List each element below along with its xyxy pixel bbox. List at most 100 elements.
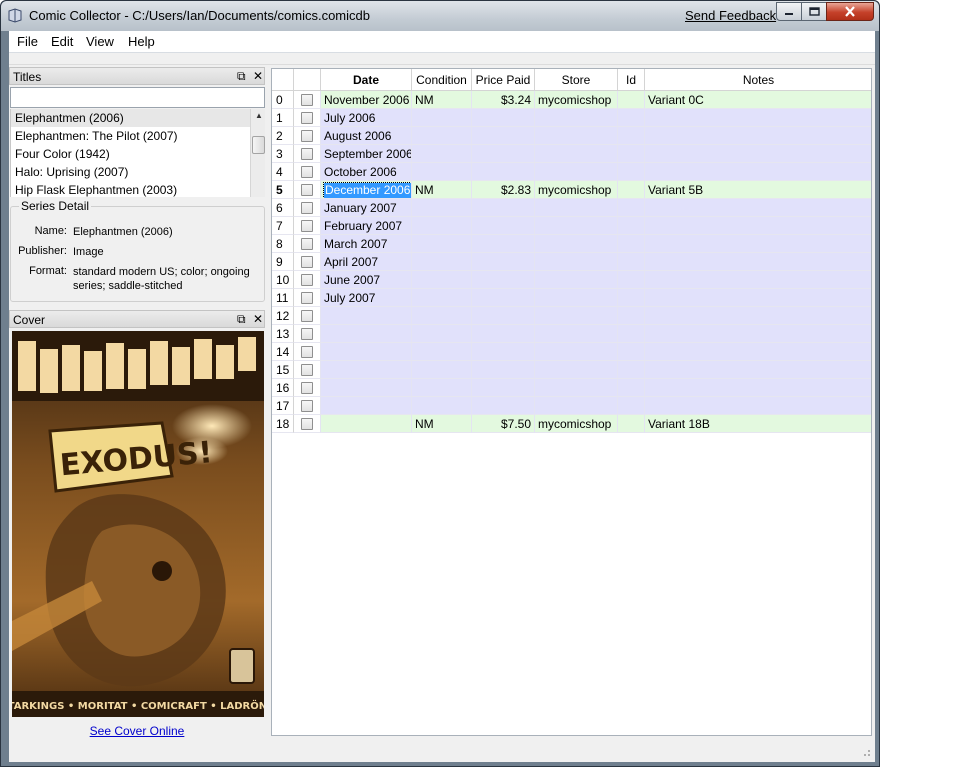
title-list-item[interactable]: Elephantmen: The Pilot (2007) <box>11 127 250 145</box>
cell-price[interactable] <box>472 199 535 217</box>
cell-price[interactable] <box>472 109 535 127</box>
table-row[interactable]: 4 October 2006 <box>272 163 871 181</box>
cell-id[interactable] <box>618 163 645 181</box>
owned-checkbox[interactable] <box>301 273 313 286</box>
scrollbar-thumb[interactable] <box>252 136 265 154</box>
owned-checkbox[interactable] <box>301 165 313 178</box>
table-row[interactable]: 5 December 2006 NM $2.83 mycomicshop Variant … <box>272 181 871 199</box>
title-list-item[interactable]: Hip Flask Elephantmen (2003) <box>11 181 250 197</box>
cell-id[interactable] <box>618 343 645 361</box>
cell-store[interactable] <box>535 199 618 217</box>
cell-condition[interactable] <box>412 361 472 379</box>
cell-notes[interactable] <box>645 397 871 415</box>
table-row[interactable]: 12 <box>272 307 871 325</box>
cell-id[interactable] <box>618 235 645 253</box>
column-header-date[interactable]: Date <box>321 69 412 91</box>
cell-date[interactable] <box>321 415 412 433</box>
menu-file[interactable]: File <box>17 34 38 49</box>
cell-date[interactable] <box>321 325 412 343</box>
cell-store[interactable] <box>535 109 618 127</box>
owned-checkbox[interactable] <box>301 309 313 322</box>
owned-checkbox[interactable] <box>301 237 313 250</box>
cell-store[interactable] <box>535 163 618 181</box>
cell-id[interactable] <box>618 181 645 199</box>
cell-condition[interactable] <box>412 127 472 145</box>
column-header-condition[interactable]: Condition <box>412 69 472 91</box>
cell-price[interactable] <box>472 289 535 307</box>
cell-condition[interactable] <box>412 397 472 415</box>
minimize-button[interactable] <box>776 2 802 21</box>
owned-checkbox[interactable] <box>301 417 313 430</box>
cell-store[interactable] <box>535 379 618 397</box>
cell-notes[interactable]: Variant 18B <box>645 415 871 433</box>
cell-condition[interactable]: NM <box>412 181 472 199</box>
owned-checkbox[interactable] <box>301 129 313 142</box>
send-feedback-link[interactable]: Send Feedback <box>685 8 776 23</box>
table-row[interactable]: 1 July 2006 <box>272 109 871 127</box>
cell-price[interactable] <box>472 343 535 361</box>
cell-date[interactable] <box>321 307 412 325</box>
resize-grip-icon[interactable] <box>859 745 871 757</box>
cell-notes[interactable] <box>645 109 871 127</box>
table-row[interactable]: 6 January 2007 <box>272 199 871 217</box>
cell-id[interactable] <box>618 379 645 397</box>
cell-price[interactable]: $7.50 <box>472 415 535 433</box>
cell-date[interactable]: December 2006 <box>321 181 412 199</box>
cell-store[interactable] <box>535 307 618 325</box>
title-list-item[interactable]: Halo: Uprising (2007) <box>11 163 250 181</box>
cell-store[interactable] <box>535 217 618 235</box>
title-list-item[interactable]: Four Color (1942) <box>11 145 250 163</box>
table-row[interactable]: 3 September 2006 <box>272 145 871 163</box>
table-row[interactable]: 2 August 2006 <box>272 127 871 145</box>
cell-store[interactable]: mycomicshop <box>535 181 618 199</box>
cell-date[interactable] <box>321 379 412 397</box>
column-header-id[interactable]: Id <box>618 69 645 91</box>
column-header-notes[interactable]: Notes <box>645 69 871 91</box>
owned-checkbox[interactable] <box>301 201 313 214</box>
cell-id[interactable] <box>618 289 645 307</box>
cell-condition[interactable] <box>412 253 472 271</box>
cell-id[interactable] <box>618 91 645 109</box>
cell-notes[interactable]: Variant 5B <box>645 181 871 199</box>
table-row[interactable]: 14 <box>272 343 871 361</box>
table-row[interactable]: 9 April 2007 <box>272 253 871 271</box>
cell-price[interactable] <box>472 325 535 343</box>
cell-notes[interactable] <box>645 343 871 361</box>
cell-price[interactable] <box>472 127 535 145</box>
cell-store[interactable] <box>535 235 618 253</box>
cell-id[interactable] <box>618 253 645 271</box>
close-panel-icon[interactable]: ✕ <box>253 312 263 326</box>
cell-id[interactable] <box>618 361 645 379</box>
cell-date[interactable]: October 2006 <box>321 163 412 181</box>
cell-price[interactable] <box>472 271 535 289</box>
title-list-item[interactable]: Elephantmen (2006) <box>11 109 250 127</box>
cell-price[interactable] <box>472 235 535 253</box>
owned-checkbox[interactable] <box>301 345 313 358</box>
cell-notes[interactable]: Variant 0C <box>645 91 871 109</box>
cell-notes[interactable] <box>645 145 871 163</box>
cell-date[interactable]: January 2007 <box>321 199 412 217</box>
cell-notes[interactable] <box>645 325 871 343</box>
cell-date[interactable] <box>321 397 412 415</box>
cell-store[interactable]: mycomicshop <box>535 415 618 433</box>
owned-checkbox[interactable] <box>301 327 313 340</box>
owned-checkbox[interactable] <box>301 219 313 232</box>
cell-price[interactable] <box>472 145 535 163</box>
maximize-button[interactable] <box>801 2 827 21</box>
cell-store[interactable] <box>535 289 618 307</box>
cell-notes[interactable] <box>645 235 871 253</box>
owned-checkbox[interactable] <box>301 399 313 412</box>
menu-edit[interactable]: Edit <box>51 34 73 49</box>
cell-store[interactable] <box>535 343 618 361</box>
cell-store[interactable] <box>535 397 618 415</box>
cell-date[interactable]: February 2007 <box>321 217 412 235</box>
cell-price[interactable] <box>472 163 535 181</box>
float-icon[interactable]: ⧉ <box>237 312 246 327</box>
table-row[interactable]: 18 NM $7.50 mycomicshop Variant 18B <box>272 415 871 433</box>
cell-date[interactable]: June 2007 <box>321 271 412 289</box>
table-row[interactable]: 0 November 2006 NM $3.24 mycomicshop Variant … <box>272 91 871 109</box>
cell-date[interactable]: July 2007 <box>321 289 412 307</box>
cell-price[interactable]: $2.83 <box>472 181 535 199</box>
column-header-price[interactable]: Price Paid <box>472 69 535 91</box>
cell-condition[interactable] <box>412 289 472 307</box>
